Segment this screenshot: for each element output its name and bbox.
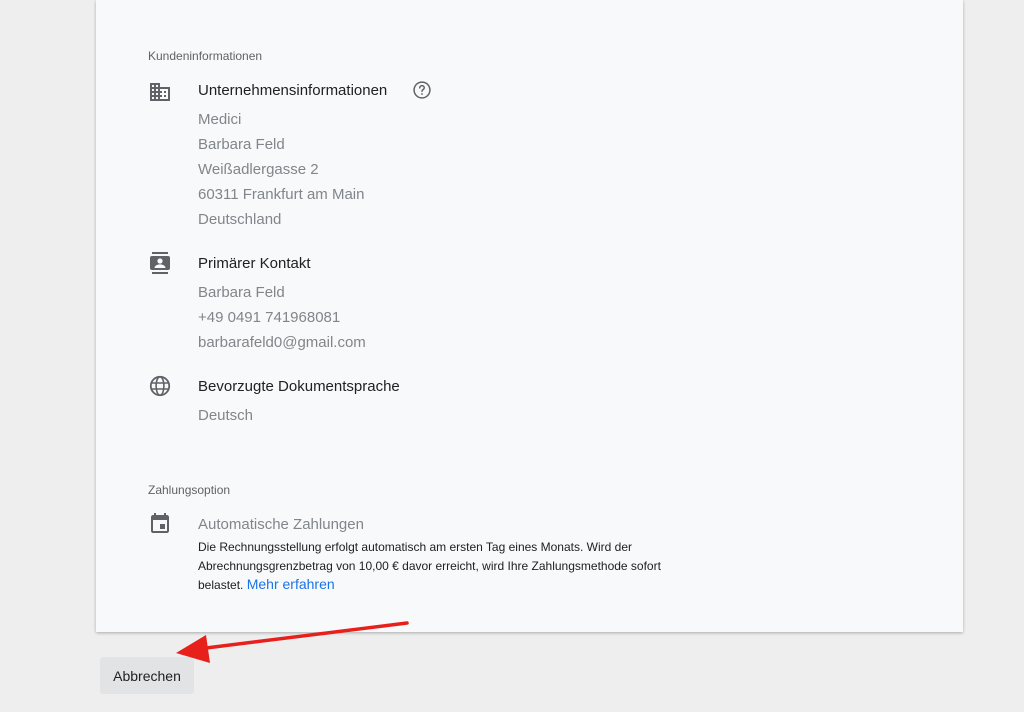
company-street: Weißadlergasse 2 bbox=[198, 161, 319, 178]
contact-icon bbox=[150, 252, 170, 274]
calendar-icon bbox=[151, 513, 169, 533]
document-language-title: Bevorzugte Dokumentsprache bbox=[198, 378, 400, 395]
company-country: Deutschland bbox=[198, 211, 282, 228]
company-info-title: Unternehmensinformationen bbox=[198, 82, 388, 99]
annotation-arrow-icon bbox=[176, 621, 409, 663]
company-city: 60311 Frankfurt am Main bbox=[198, 186, 365, 203]
customer-section-label: Kundeninformationen bbox=[148, 49, 263, 63]
payment-section-label: Zahlungsoption bbox=[148, 483, 231, 497]
company-contact-name: Barbara Feld bbox=[198, 136, 285, 153]
contact-phone: +49 0491 741968081 bbox=[198, 309, 341, 326]
contact-email: barbarafeld0@gmail.com bbox=[198, 334, 366, 351]
learn-more-link[interactable]: Mehr erfahren bbox=[247, 576, 335, 592]
payment-option-title: Automatische Zahlungen bbox=[198, 516, 364, 533]
primary-contact-title: Primärer Kontakt bbox=[198, 255, 311, 272]
company-name: Medici bbox=[198, 111, 242, 128]
contact-name: Barbara Feld bbox=[198, 284, 285, 301]
business-icon bbox=[150, 83, 170, 101]
globe-icon bbox=[149, 375, 171, 397]
payment-description: Die Rechnungsstellung erfolgt automatisc… bbox=[198, 538, 698, 595]
customer-info-card: Kundeninformationen Unternehmensinformat… bbox=[96, 0, 963, 632]
document-language-value: Deutsch bbox=[198, 407, 254, 424]
help-icon[interactable] bbox=[412, 80, 432, 100]
